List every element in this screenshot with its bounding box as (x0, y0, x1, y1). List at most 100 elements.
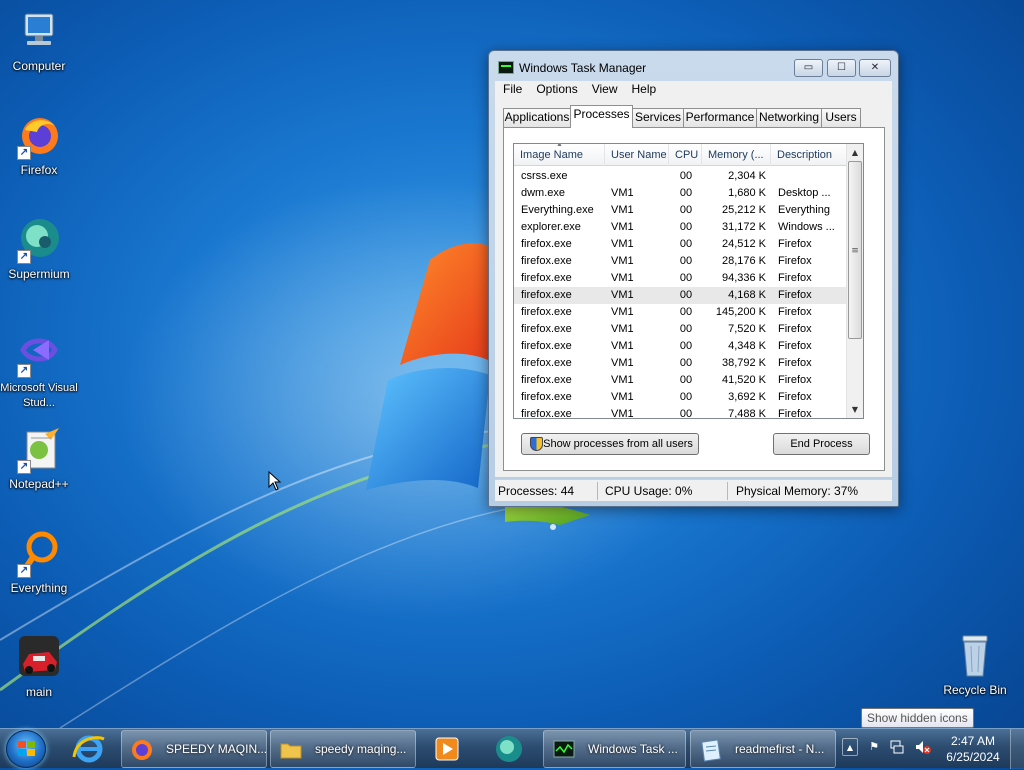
show-hidden-icons-button[interactable]: ▲ (842, 738, 858, 756)
desktop-icon-main[interactable]: main (0, 634, 78, 700)
table-row[interactable]: Everything.exe VM1 00 25,212 K Everything (514, 202, 848, 219)
cell-description: Firefox (778, 306, 812, 318)
table-row[interactable]: firefox.exe VM1 00 7,488 K Firefox (514, 406, 848, 419)
status-divider (597, 482, 598, 500)
menu-view[interactable]: View (584, 81, 624, 96)
table-row-selected[interactable]: firefox.exe VM1 00 4,168 K Firefox (514, 287, 848, 304)
maximize-button[interactable]: ☐ (827, 59, 856, 77)
notepad-icon (701, 739, 721, 762)
firefox-icon: ↗ (15, 112, 63, 160)
volume-muted-icon[interactable] (914, 738, 931, 756)
column-header-user-name[interactable]: User Name (605, 144, 669, 166)
taskbar-item-task-manager[interactable]: Windows Task ... (543, 730, 686, 768)
minimize-button[interactable]: ▭ (794, 59, 823, 77)
cell-description: Firefox (778, 374, 812, 386)
cell-image-name: firefox.exe (521, 255, 572, 267)
vertical-scrollbar[interactable]: ▲ ≡ ▼ (846, 144, 863, 418)
cell-user-name: VM1 (611, 357, 634, 369)
process-list[interactable]: ▲ Image Name User Name CPU Memory (... D… (513, 143, 864, 419)
column-header-cpu[interactable]: CPU (669, 144, 702, 166)
cell-memory: 7,488 K (728, 408, 766, 419)
table-row[interactable]: firefox.exe VM1 00 24,512 K Firefox (514, 236, 848, 253)
taskbar-item-notepad[interactable]: readmefirst - N... (690, 730, 836, 768)
taskbar-item-label: Windows Task ... (588, 742, 678, 756)
firefox-icon (132, 740, 152, 760)
desktop-icon-label: Microsoft Visual Stud... (0, 382, 78, 409)
start-button[interactable] (6, 730, 46, 768)
menu-help[interactable]: Help (624, 81, 663, 96)
mouse-cursor-icon (268, 471, 282, 491)
taskbar-pin-internet-explorer[interactable] (66, 731, 112, 767)
task-manager-window[interactable]: Windows Task Manager ▭ ☐ ✕ File Options Vi… (488, 50, 899, 507)
taskbar-item-firefox[interactable]: SPEEDY MAQIN... (121, 730, 267, 768)
desktop-icon-label: Computer (12, 59, 66, 73)
maximize-icon: ☐ (837, 62, 846, 73)
cell-cpu: 00 (679, 357, 693, 369)
tab-processes[interactable]: Processes (570, 105, 633, 128)
table-row[interactable]: firefox.exe VM1 00 4,348 K Firefox (514, 338, 848, 355)
cell-cpu: 00 (679, 204, 693, 216)
menu-file[interactable]: File (495, 81, 528, 96)
network-icon[interactable] (889, 738, 905, 756)
desktop-icon-visual-studio[interactable]: ↗ Microsoft Visual Stud... (0, 330, 78, 411)
tab-users[interactable]: Users (821, 108, 861, 127)
cell-image-name: firefox.exe (521, 323, 572, 335)
tab-networking[interactable]: Networking (756, 108, 822, 127)
column-label: Image Name (520, 149, 583, 161)
title-bar[interactable]: Windows Task Manager ▭ ☐ ✕ (489, 51, 898, 79)
cell-description: Firefox (778, 238, 812, 250)
column-header-image-name[interactable]: ▲ Image Name (514, 144, 605, 166)
cell-image-name: firefox.exe (521, 391, 572, 403)
cell-image-name: csrss.exe (521, 170, 568, 182)
desktop-icon-label: main (25, 685, 52, 699)
table-row[interactable]: firefox.exe VM1 00 38,792 K Firefox (514, 355, 848, 372)
taskbar-item-folder[interactable]: speedy maqing... (270, 730, 416, 768)
scroll-down-icon[interactable]: ▼ (847, 401, 863, 418)
table-row[interactable]: explorer.exe VM1 00 31,172 K Windows ... (514, 219, 848, 236)
table-row[interactable]: dwm.exe VM1 00 1,680 K Desktop ... (514, 185, 848, 202)
cell-memory: 31,172 K (721, 221, 766, 233)
cell-cpu: 00 (679, 289, 693, 301)
desktop-icon-everything[interactable]: ↗ Everything (0, 530, 78, 596)
show-desktop-button[interactable] (1010, 729, 1024, 769)
game-icon (15, 634, 63, 682)
cell-cpu: 00 (679, 170, 693, 182)
menu-options[interactable]: Options (528, 81, 583, 96)
cell-description: Firefox (778, 340, 812, 352)
table-row[interactable]: firefox.exe VM1 00 41,520 K Firefox (514, 372, 848, 389)
tab-services[interactable]: Services (632, 108, 684, 127)
taskbar-item-label: readmefirst - N... (735, 742, 825, 756)
close-icon: ✕ (870, 62, 880, 73)
close-button[interactable]: ✕ (859, 59, 891, 77)
uac-shield-icon (530, 437, 543, 451)
show-all-processes-button[interactable]: Show processes from all users (521, 433, 699, 455)
shortcut-arrow-icon: ↗ (17, 250, 31, 264)
table-row[interactable]: firefox.exe VM1 00 3,692 K Firefox (514, 389, 848, 406)
cell-description: Firefox (778, 255, 812, 267)
end-process-button[interactable]: End Process (773, 433, 870, 455)
scroll-up-icon[interactable]: ▲ (847, 144, 863, 161)
table-row[interactable]: firefox.exe VM1 00 145,200 K Firefox (514, 304, 848, 321)
action-center-flag-icon[interactable]: ⚑ (866, 738, 882, 756)
desktop-icon-computer[interactable]: Computer (0, 8, 78, 74)
clock[interactable]: 2:47 AM 6/25/2024 (944, 733, 1002, 765)
tab-performance[interactable]: Performance (683, 108, 757, 127)
table-row[interactable]: csrss.exe 00 2,304 K (514, 168, 848, 185)
column-header-description[interactable]: Description (771, 144, 848, 166)
taskbar-pin-media-player[interactable] (424, 731, 470, 767)
table-row[interactable]: firefox.exe VM1 00 7,520 K Firefox (514, 321, 848, 338)
taskbar-item-label: speedy maqing... (315, 742, 407, 756)
cell-cpu: 00 (679, 374, 693, 386)
status-bar: Processes: 44 CPU Usage: 0% Physical Mem… (495, 479, 892, 501)
desktop-icon-firefox[interactable]: ↗ Firefox (0, 112, 78, 178)
desktop-icon-recycle-bin[interactable]: Recycle Bin (936, 632, 1014, 698)
tab-applications[interactable]: Applications (503, 108, 571, 127)
table-row[interactable]: firefox.exe VM1 00 94,336 K Firefox (514, 270, 848, 287)
folder-icon (280, 743, 302, 759)
taskbar-pin-supermium[interactable] (486, 731, 532, 767)
desktop-icon-notepadpp[interactable]: ↗ Notepad++ (0, 426, 78, 492)
table-row[interactable]: firefox.exe VM1 00 28,176 K Firefox (514, 253, 848, 270)
column-header-memory[interactable]: Memory (... (702, 144, 771, 166)
scroll-thumb[interactable]: ≡ (848, 161, 862, 339)
desktop-icon-supermium[interactable]: ↗ Supermium (0, 216, 78, 282)
